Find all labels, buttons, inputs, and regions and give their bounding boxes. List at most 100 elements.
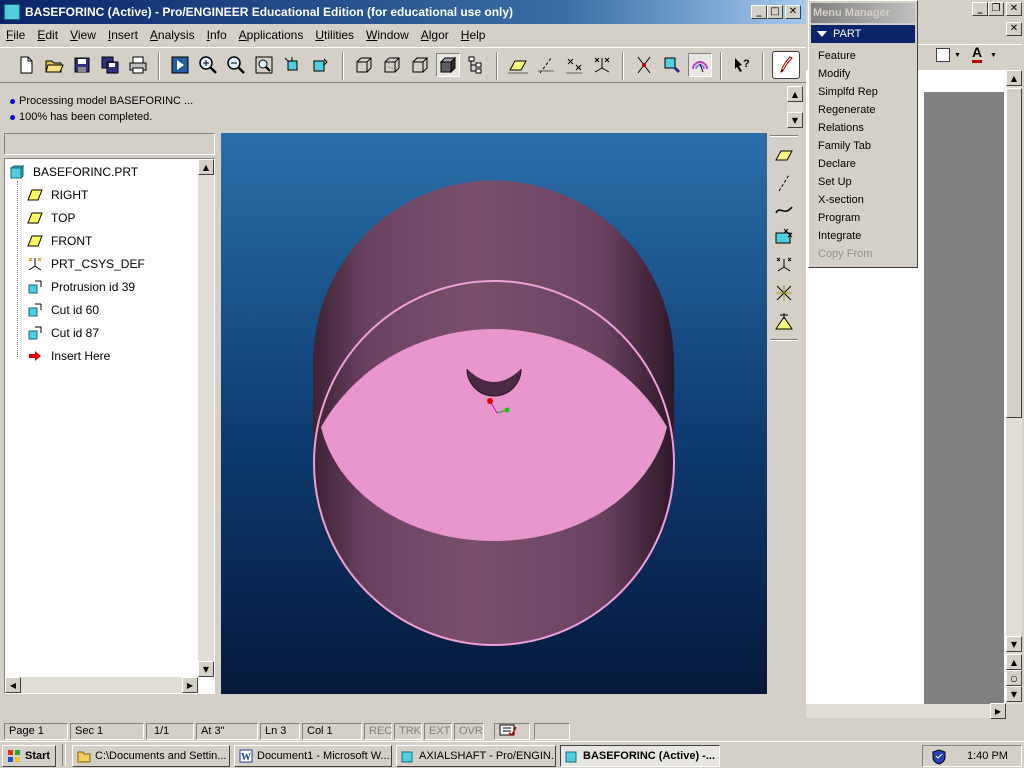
tree-item-protrusion[interactable]: Protrusion id 39: [27, 277, 135, 297]
mm-item-family-tab[interactable]: Family Tab: [818, 137, 871, 155]
menu-manager-part[interactable]: PART: [811, 25, 915, 43]
bg-minimize-button[interactable]: _: [972, 2, 988, 16]
coordinate-system-icon[interactable]: [590, 53, 614, 77]
mm-item-simplfd-rep[interactable]: Simplfd Rep: [818, 83, 878, 101]
task-baseforinc[interactable]: BASEFORINC (Active) -...: [560, 745, 720, 767]
menu-edit[interactable]: Edit: [37, 28, 58, 42]
prev-page-button[interactable]: ▲: [1006, 654, 1022, 670]
scroll-thumb[interactable]: [1006, 88, 1022, 418]
mm-item-feature[interactable]: Feature: [818, 47, 856, 65]
tree-item-insert-here[interactable]: Insert Here: [27, 346, 110, 366]
status-ext[interactable]: EXT: [424, 723, 452, 740]
scroll-up-button[interactable]: ▲: [787, 86, 803, 102]
datum-plane-tool-icon[interactable]: [772, 143, 796, 167]
status-trk[interactable]: TRK: [394, 723, 422, 740]
datum-point-tool-icon[interactable]: [772, 225, 796, 249]
maximize-button[interactable]: □: [767, 5, 783, 19]
tree-item-right[interactable]: RIGHT: [27, 185, 88, 205]
analysis-tool-icon[interactable]: [772, 281, 796, 305]
fit-icon[interactable]: [252, 53, 276, 77]
tree-item-top[interactable]: TOP: [27, 208, 75, 228]
save-copy-icon[interactable]: [98, 53, 122, 77]
view-list-icon[interactable]: [308, 53, 332, 77]
scroll-up-button[interactable]: ▲: [1006, 70, 1022, 86]
mm-item-program[interactable]: Program: [818, 209, 860, 227]
zoom-out-icon[interactable]: [224, 53, 248, 77]
menu-file[interactable]: File: [6, 28, 25, 42]
dropdown-arrow-icon[interactable]: ▼: [954, 52, 961, 59]
status-rec[interactable]: REC: [364, 723, 392, 740]
menu-analysis[interactable]: Analysis: [150, 28, 195, 42]
tree-item-front[interactable]: FRONT: [27, 231, 92, 251]
tree-vertical-scrollbar[interactable]: ▲ ▼: [198, 159, 214, 677]
sketch-icon[interactable]: [772, 51, 800, 79]
close-button[interactable]: ✕: [785, 5, 801, 19]
graphics-viewport[interactable]: [221, 133, 767, 694]
mm-item-regenerate[interactable]: Regenerate: [818, 101, 876, 119]
bg-doc-close-button[interactable]: ✕: [1006, 22, 1022, 36]
model-tree-icon[interactable]: [464, 53, 488, 77]
task-axialshaft[interactable]: AXIALSHAFT - Pro/ENGIN...: [396, 745, 556, 767]
spin-center-icon[interactable]: [632, 53, 656, 77]
datum-point-icon[interactable]: [562, 53, 586, 77]
coordinate-system-tool-icon[interactable]: [772, 253, 796, 277]
scroll-down-button[interactable]: ▼: [198, 661, 214, 677]
shaded-icon[interactable]: [436, 53, 460, 77]
no-hidden-icon[interactable]: [408, 53, 432, 77]
status-ovr[interactable]: OVR: [454, 723, 484, 740]
spelling-status-icon[interactable]: [494, 723, 530, 740]
zoom-in-icon[interactable]: [196, 53, 220, 77]
mm-item-integrate[interactable]: Integrate: [818, 227, 861, 245]
bg-vertical-scrollbar[interactable]: ▲ ▼ ▲ ○ ▼: [1006, 70, 1022, 704]
datum-axis-icon[interactable]: [534, 53, 558, 77]
context-help-icon[interactable]: ?: [730, 53, 754, 77]
menu-help[interactable]: Help: [461, 28, 486, 42]
select-browse-button[interactable]: ○: [1006, 670, 1022, 686]
tree-item-cut-87[interactable]: Cut id 87: [27, 323, 99, 343]
scroll-down-button[interactable]: ▼: [1006, 636, 1022, 652]
message-scrollbar[interactable]: ▲ ▼: [787, 86, 803, 128]
menu-view[interactable]: View: [70, 28, 96, 42]
bg-close-button[interactable]: ✕: [1006, 2, 1022, 16]
open-icon[interactable]: [42, 53, 66, 77]
bg-restore-button[interactable]: ❐: [988, 2, 1004, 16]
start-button[interactable]: Start: [2, 745, 56, 767]
mm-item-set-up[interactable]: Set Up: [818, 173, 852, 191]
shield-icon[interactable]: [931, 749, 947, 765]
repaint-icon[interactable]: [168, 53, 192, 77]
mm-item-declare[interactable]: Declare: [818, 155, 856, 173]
scroll-down-button[interactable]: ▼: [787, 112, 803, 128]
bg-horizontal-scrollbar[interactable]: ▶: [806, 703, 1006, 719]
print-icon[interactable]: [126, 53, 150, 77]
tree-item-csys[interactable]: PRT_CSYS_DEF: [27, 254, 145, 274]
mm-item-modify[interactable]: Modify: [818, 65, 850, 83]
minimize-button[interactable]: _: [751, 5, 767, 19]
tree-horizontal-scrollbar[interactable]: ◀ ▶: [5, 677, 198, 693]
menu-utilities[interactable]: Utilities: [315, 28, 354, 42]
menu-insert[interactable]: Insert: [108, 28, 138, 42]
task-word[interactable]: W Document1 - Microsoft W...: [234, 745, 392, 767]
mm-item-x-section[interactable]: X-section: [818, 191, 864, 209]
tree-root[interactable]: BASEFORINC.PRT: [9, 162, 138, 182]
borders-icon[interactable]: [936, 48, 950, 62]
orient-icon[interactable]: [280, 53, 304, 77]
layers-icon[interactable]: [660, 53, 684, 77]
evaluate-tool-icon[interactable]: [772, 309, 796, 333]
wireframe-icon[interactable]: [352, 53, 376, 77]
new-icon[interactable]: [14, 53, 38, 77]
font-color-icon[interactable]: A: [972, 45, 983, 63]
hidden-line-icon[interactable]: [380, 53, 404, 77]
menu-window[interactable]: Window: [366, 28, 409, 42]
task-explorer[interactable]: C:\Documents and Settin...: [72, 745, 230, 767]
scroll-up-button[interactable]: ▲: [198, 159, 214, 175]
mm-item-relations[interactable]: Relations: [818, 119, 864, 137]
next-page-button[interactable]: ▼: [1006, 686, 1022, 702]
datum-axis-tool-icon[interactable]: [772, 171, 796, 195]
dropdown-arrow-icon[interactable]: ▼: [990, 52, 997, 59]
menu-info[interactable]: Info: [207, 28, 227, 42]
menu-algor[interactable]: Algor: [421, 28, 449, 42]
menu-applications[interactable]: Applications: [239, 28, 304, 42]
scroll-left-button[interactable]: ◀: [5, 677, 21, 693]
save-icon[interactable]: [70, 53, 94, 77]
named-view-icon[interactable]: [688, 53, 712, 77]
